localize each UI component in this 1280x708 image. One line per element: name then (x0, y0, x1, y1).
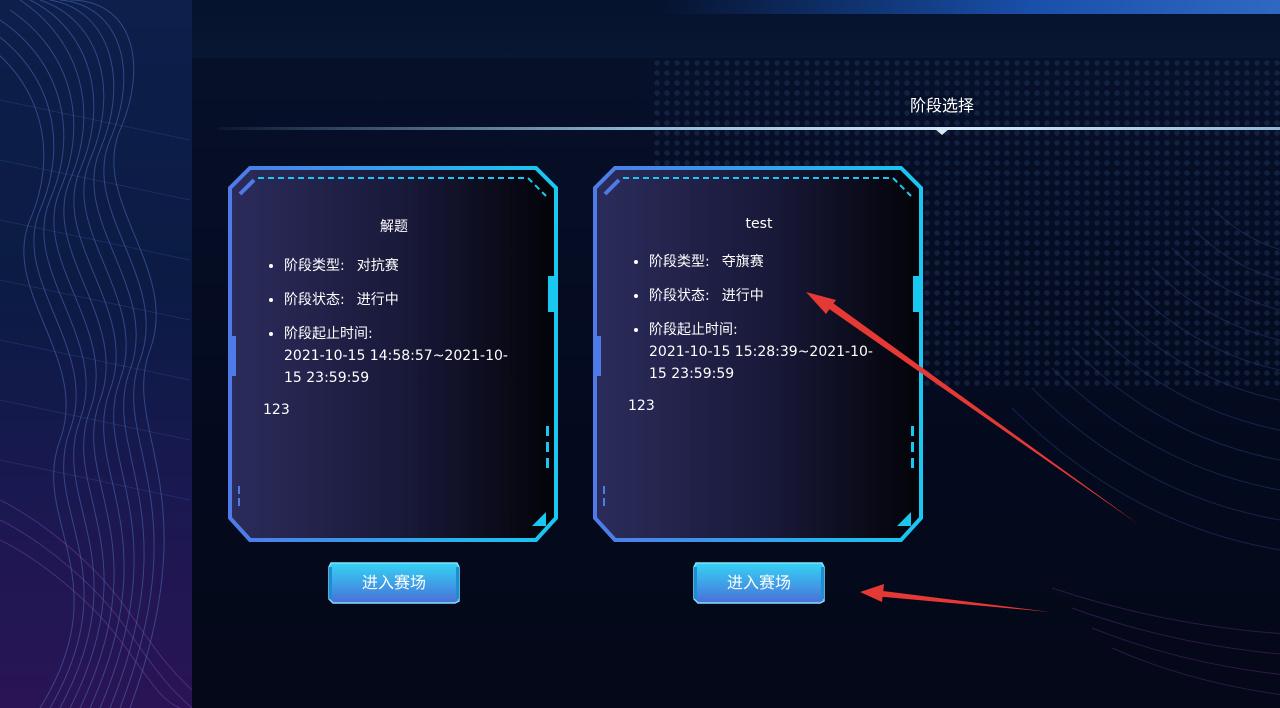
stage-info-list: 阶段类型: 夺旗赛 阶段状态: 进行中 阶段起止时间: 2021-10-15 15:2… (629, 254, 889, 385)
stage-time-value: 2021-10-15 15:28:39~2021-10-15 23:59:59 (649, 344, 873, 382)
left-decorative-panel (0, 0, 192, 708)
enter-arena-button-2[interactable]: 进入赛场 (692, 561, 826, 605)
stage-card-2: test 阶段类型: 夺旗赛 阶段状态: 进行中 阶段起止时间: 2021-10-15… (593, 166, 923, 542)
title-notch (934, 128, 950, 135)
stage-status-value: 进行中 (356, 292, 399, 308)
top-header-band (192, 0, 1280, 58)
wave-pattern-right (1012, 208, 1280, 695)
card-content: 解题 阶段类型: 对抗赛 阶段状态: 进行中 阶段起止时间: 2021-10-15 1… (263, 218, 524, 418)
enter-arena-label: 进入赛场 (361, 573, 426, 592)
stage-status-value: 进行中 (721, 288, 764, 304)
card-content: test 阶段类型: 夺旗赛 阶段状态: 进行中 阶段起止时间: 2021-10-15… (628, 216, 889, 414)
stage-type-label: 阶段类型: (284, 258, 345, 274)
stage-status-item: 阶段状态: 进行中 (649, 288, 889, 305)
stage-time-item: 阶段起止时间: 2021-10-15 14:58:57~2021-10-15 23… (284, 326, 524, 389)
stage-status-label: 阶段状态: (284, 292, 345, 308)
stage-type-value: 对抗赛 (356, 258, 399, 274)
stage-type-label: 阶段类型: (649, 254, 710, 270)
stage-select-page: 阶段选择 解题 • 阶段类型: 对抗赛 • 阶段状态: 进行中 • 阶段起止时间… (0, 0, 1280, 708)
stage-note: 123 (628, 398, 655, 414)
header-glow (660, 0, 1280, 14)
stage-time-label: 阶段起止时间: (284, 326, 373, 342)
stage-time-item: 阶段起止时间: 2021-10-15 15:28:39~2021-10-15 23… (649, 322, 889, 385)
section-title: 阶段选择 (909, 96, 974, 115)
enter-arena-label: 进入赛场 (726, 573, 791, 592)
stage-status-label: 阶段状态: (649, 288, 710, 304)
wave-pattern-left (0, 0, 192, 708)
stage-name: 解题 (380, 219, 408, 235)
stage-info-list: 阶段类型: 对抗赛 阶段状态: 进行中 阶段起止时间: 2021-10-15 14:5… (264, 258, 524, 389)
stage-type-value: 夺旗赛 (721, 254, 764, 270)
stage-type-item: 阶段类型: 夺旗赛 (649, 254, 889, 271)
stage-note: 123 (263, 402, 290, 418)
stage-card-1: 解题 阶段类型: 对抗赛 阶段状态: 进行中 阶段起止时间: 2021-10-15 1… (228, 166, 558, 542)
stage-name: test (745, 216, 773, 232)
stage-time-label: 阶段起止时间: (649, 322, 738, 338)
stage-time-value: 2021-10-15 14:58:57~2021-10-15 23:59:59 (284, 348, 508, 386)
title-divider (218, 127, 1280, 130)
stage-status-item: 阶段状态: 进行中 (284, 292, 524, 309)
enter-arena-button-1[interactable]: 进入赛场 (327, 561, 461, 605)
stage-type-item: 阶段类型: 对抗赛 (284, 258, 524, 275)
